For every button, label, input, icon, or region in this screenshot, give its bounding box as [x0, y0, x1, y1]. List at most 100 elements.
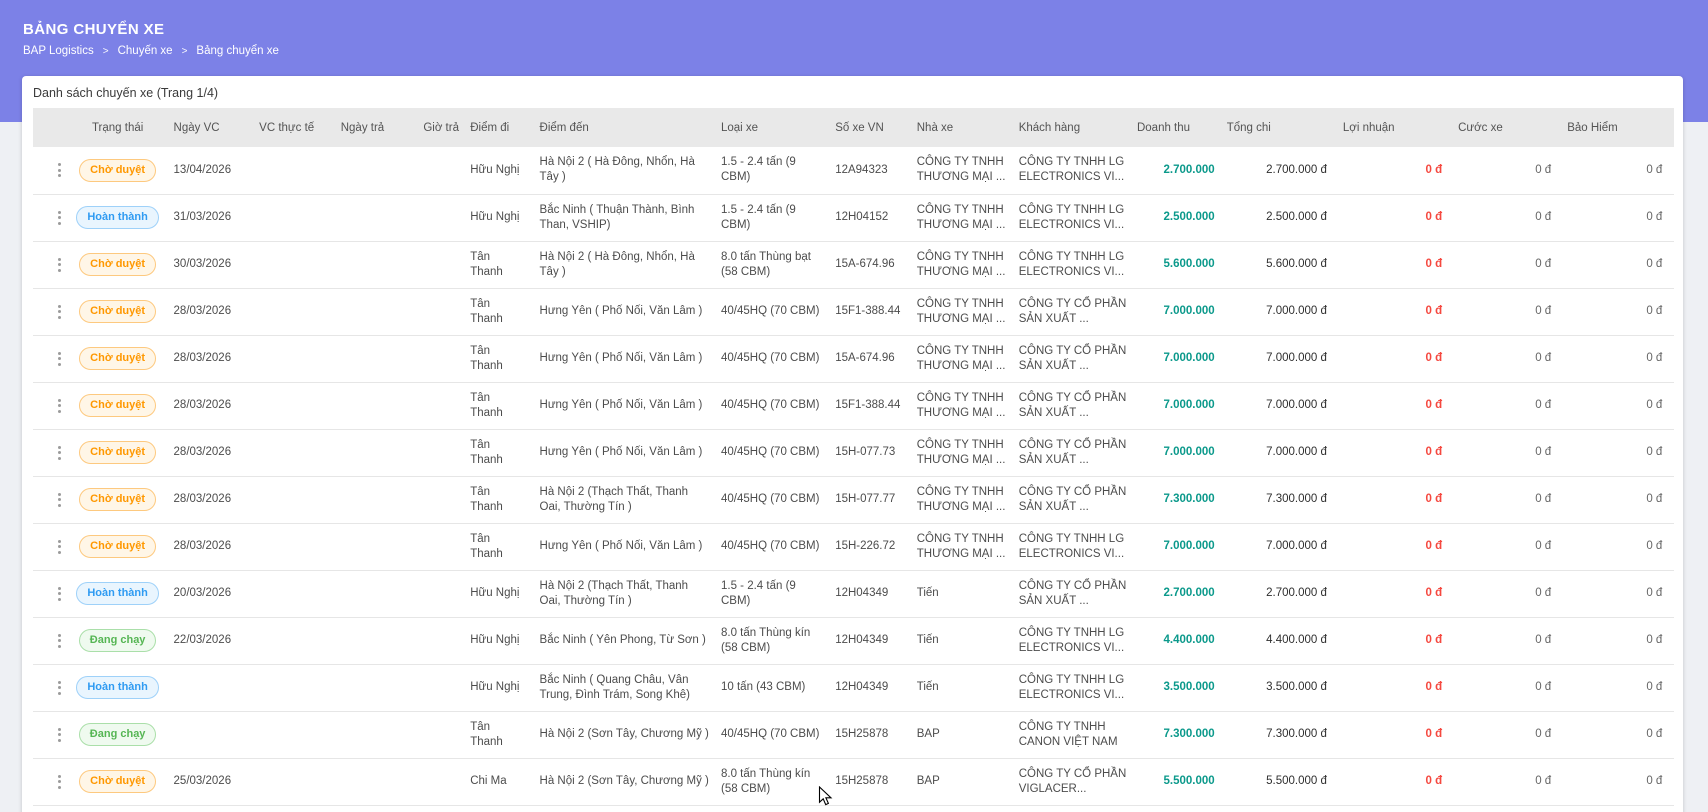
status-badge: Chờ duyệt	[79, 394, 156, 417]
cell-plate: 15H25878	[827, 758, 909, 805]
row-menu-button[interactable]	[53, 536, 66, 558]
row-menu-button[interactable]	[53, 301, 66, 323]
trips-card: Danh sách chuyến xe (Trang 1/4) Trạng th…	[22, 76, 1683, 812]
cell-route: Hà Nội 2 ( Hà Đông, Nhổn, Hà Tây )	[532, 147, 713, 194]
breadcrumb-item[interactable]: BAP Logistics	[23, 45, 94, 57]
cell-truck: 40/45HQ (70 CBM)	[713, 523, 827, 570]
cell-date	[333, 570, 416, 617]
table-header: Trạng tháiNgày VCVC thực tếNgày trảGiờ t…	[33, 108, 1674, 147]
cell-date	[251, 382, 333, 429]
cell-carrier: Tiến	[909, 664, 1011, 711]
cell-plate: 12H04349	[827, 617, 909, 664]
cell-carrier: CÔNG TY TNHH THƯƠNG MẠI ...	[909, 476, 1011, 523]
cell-fee: 0 đ	[1559, 241, 1670, 288]
cell-fee: 0 đ	[1450, 711, 1559, 758]
cell-date	[251, 288, 333, 335]
row-menu-button[interactable]	[53, 207, 66, 229]
cell-date	[333, 523, 416, 570]
cell-status: Chờ duyệt	[70, 523, 166, 570]
column-header: Phí Hải Quan	[1670, 108, 1674, 147]
cell-date	[333, 476, 416, 523]
cell-date	[333, 288, 416, 335]
cell-date	[333, 147, 416, 194]
cell-total: 2.700.000 đ	[1219, 570, 1335, 617]
row-menu-button[interactable]	[53, 489, 66, 511]
cell-revenue: 7.000.000	[1129, 288, 1219, 335]
table-row: Chờ duyệt28/03/2026Tân ThanhHưng Yên ( P…	[33, 523, 1674, 570]
cell-fee: 0 đ	[1559, 570, 1670, 617]
cell-status: Chờ duyệt	[70, 335, 166, 382]
cell-route: Hưng Yên ( Phố Nối, Văn Lâm )	[532, 288, 713, 335]
row-menu-button[interactable]	[53, 677, 66, 699]
cell-customer: CÔNG TY CỔ PHẦN SẢN XUẤT ...	[1011, 570, 1129, 617]
cell-origin: Tân Thanh	[462, 382, 531, 429]
column-header: Loại xe	[713, 108, 827, 147]
row-menu-button[interactable]	[53, 724, 66, 746]
row-menu-button[interactable]	[53, 395, 66, 417]
cell-origin: Chi Ma	[462, 758, 531, 805]
cell-status: Chờ duyệt	[70, 382, 166, 429]
cell-plate: 15H-077.73	[827, 429, 909, 476]
row-menu-button[interactable]	[53, 442, 66, 464]
cell-route: Hưng Yên ( Phố Nối, Văn Lâm )	[532, 429, 713, 476]
status-badge: Hoàn thành	[76, 582, 159, 605]
row-menu-button[interactable]	[53, 630, 66, 652]
cell-time	[415, 147, 462, 194]
cell-profit: 0 đ	[1335, 570, 1450, 617]
cell-fee: 0 đ	[1559, 711, 1670, 758]
cell-total: 4.400.000 đ	[1219, 617, 1335, 664]
breadcrumb-item[interactable]: Chuyến xe	[118, 45, 173, 57]
cell-fee: 0 đ	[1450, 429, 1559, 476]
cell-date	[251, 617, 333, 664]
cell-revenue: 7.300.000	[1129, 476, 1219, 523]
cell-date: 22/03/2026	[166, 617, 252, 664]
column-header: Điểm đi	[462, 108, 531, 147]
cell-carrier: CÔNG TY TNHH THƯƠNG MẠI ...	[909, 288, 1011, 335]
table-row: Hoàn thành20/03/2026Hữu NghịHà Nội 2 (Th…	[33, 570, 1674, 617]
cell-profit: 0 đ	[1335, 241, 1450, 288]
breadcrumb-item[interactable]: Bảng chuyển xe	[196, 45, 278, 57]
cell-origin: Tân Thanh	[462, 429, 531, 476]
cell-plate: 12H04349	[827, 570, 909, 617]
cell-date	[251, 476, 333, 523]
row-menu-button[interactable]	[53, 771, 66, 793]
cell-fee	[1670, 194, 1674, 241]
cell-date	[251, 758, 333, 805]
cell-fee	[1670, 523, 1674, 570]
column-header: Ngày trả	[333, 108, 416, 147]
status-badge: Chờ duyệt	[79, 253, 156, 276]
row-menu-button[interactable]	[53, 254, 66, 276]
cell-fee	[1670, 382, 1674, 429]
cell-date	[333, 335, 416, 382]
cell-plate: 15A-674.96	[827, 241, 909, 288]
row-menu-button[interactable]	[53, 159, 66, 181]
cell-truck: 40/45HQ (70 CBM)	[713, 476, 827, 523]
cell-revenue: 7.000.000	[1129, 429, 1219, 476]
cell-customer: CÔNG TY TNHH LG ELECTRONICS VI...	[1011, 664, 1129, 711]
cell-date	[251, 570, 333, 617]
cell-carrier: CÔNG TY TNHH THƯƠNG MẠI ...	[909, 194, 1011, 241]
cell-date	[333, 194, 416, 241]
cell-route: Hà Nội 2 (Thạch Thất, Thanh Oai, Thường …	[532, 570, 713, 617]
cell-status: Hoàn thành	[70, 664, 166, 711]
status-badge: Đang chạy	[79, 629, 157, 652]
cell-profit: 0 đ	[1335, 711, 1450, 758]
cell-fee	[1670, 288, 1674, 335]
cell-date	[251, 241, 333, 288]
cell-plate: 15F1-388.44	[827, 382, 909, 429]
cell-carrier: CÔNG TY TNHH THƯƠNG MẠI ...	[909, 523, 1011, 570]
page: { "header": { "title": "BẢNG CHUYỂN XE",…	[0, 0, 1708, 812]
cell-date	[333, 617, 416, 664]
cell-customer: CÔNG TY CỔ PHẦN VIGLACER...	[1011, 758, 1129, 805]
cell-profit: 0 đ	[1335, 523, 1450, 570]
cell-actions	[33, 617, 70, 664]
row-menu-button[interactable]	[53, 583, 66, 605]
cell-carrier: CÔNG TY TNHH THƯƠNG MẠI ...	[909, 241, 1011, 288]
column-header: Khách hàng	[1011, 108, 1129, 147]
row-menu-button[interactable]	[53, 348, 66, 370]
cell-date: 28/03/2026	[166, 429, 252, 476]
table-row: Chờ duyệt28/03/2026Tân ThanhHà Nội 2 (Th…	[33, 476, 1674, 523]
cell-actions	[33, 194, 70, 241]
cell-plate: 15A-674.96	[827, 335, 909, 382]
cell-origin: Tân Thanh	[462, 711, 531, 758]
